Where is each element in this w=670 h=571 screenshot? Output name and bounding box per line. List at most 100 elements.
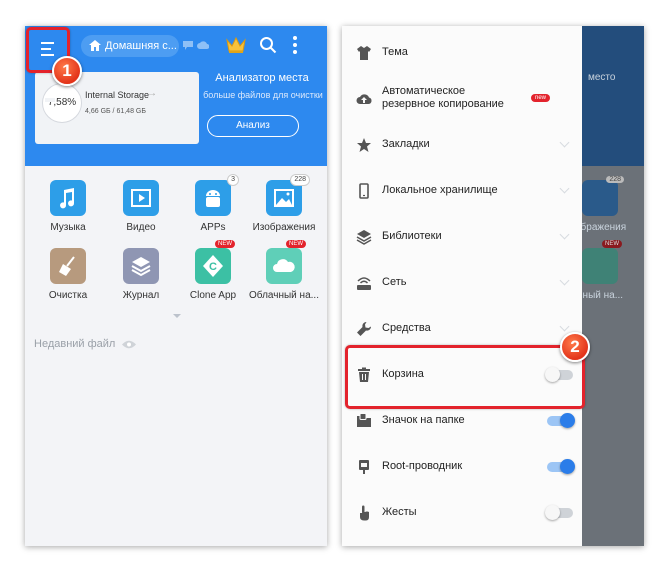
folder-badge-toggle[interactable]	[547, 413, 575, 428]
image-icon: 228	[266, 174, 310, 216]
new-badge: NEW	[215, 240, 235, 248]
toggle-knob	[545, 505, 560, 520]
recent-files-label: Недавний файл	[34, 338, 137, 350]
storage-name: Internal Storage	[85, 90, 150, 100]
analyzer-subtitle: больше файлов для очистки	[203, 90, 323, 100]
layers-icon	[123, 248, 159, 284]
dimmed-new-badge: NEW	[602, 240, 622, 248]
app-music[interactable]: Музыка	[30, 180, 106, 233]
new-badge: new	[531, 94, 551, 102]
svg-text:C: C	[209, 261, 217, 273]
root-icon	[359, 460, 369, 474]
more-options-icon[interactable]	[293, 36, 297, 57]
label-line-2: резервное копирование	[382, 98, 504, 110]
home-icon	[89, 40, 101, 51]
search-icon[interactable]	[259, 36, 277, 54]
new-badge: NEW	[286, 240, 306, 248]
storage-size: 4,66 GБ / 61,48 GБ	[85, 108, 146, 115]
drawer-item-theme[interactable]: Тема	[342, 30, 582, 76]
chevron-down-icon	[559, 183, 570, 194]
gestures-toggle[interactable]	[545, 505, 573, 520]
drawer-item-label: Локальное хранилище	[382, 184, 498, 196]
home-tab-label: Домашняя с...	[105, 40, 177, 52]
chevron-down-icon	[559, 137, 570, 148]
drawer-item-bookmarks[interactable]: Закладки	[342, 122, 582, 168]
app-label: Облачный на...	[249, 290, 319, 301]
clone-icon: C NEW	[195, 240, 235, 284]
crown-icon[interactable]	[226, 36, 246, 54]
header: Домашняя с... 7,58% Internal Storage → 4…	[25, 26, 327, 166]
app-label: Видео	[126, 222, 156, 233]
highlight-recycle-bin	[345, 345, 585, 409]
drawer-item-libraries[interactable]: Библиотеки	[342, 214, 582, 260]
chevron-down-icon	[559, 275, 570, 286]
count-badge: 228	[290, 174, 310, 186]
drawer-item-auto-backup[interactable]: Автоматическое резервное копирование new	[342, 76, 582, 122]
drawer-item-label: Библиотеки	[382, 230, 442, 242]
app-label: Изображения	[252, 222, 316, 233]
drawer-item-label: Сеть	[382, 276, 407, 288]
analyzer-title: Анализатор места	[215, 72, 309, 84]
arrow-right-icon: →	[147, 88, 157, 99]
dimmed-count: 228	[606, 176, 624, 183]
drawer-item-network[interactable]: Сеть	[342, 260, 582, 306]
drawer-item-label: Тема	[382, 46, 408, 58]
eye-icon[interactable]	[122, 340, 137, 349]
count-badge: 3	[227, 174, 239, 186]
storage-card-tab	[45, 98, 55, 102]
app-cloud[interactable]: NEW Облачный на...	[246, 240, 322, 301]
app-clone[interactable]: C NEW Clone App	[175, 240, 251, 301]
dimmed-label: ображения	[575, 222, 627, 233]
android-icon: 3	[195, 174, 239, 216]
star-icon	[357, 138, 371, 152]
dimmed-title: место	[588, 72, 616, 83]
step-1-marker: 1	[52, 56, 82, 86]
drawer-item-gestures[interactable]: Жесты	[342, 490, 582, 536]
video-icon	[123, 180, 159, 216]
analyze-button[interactable]: Анализ	[207, 115, 299, 137]
toggle-knob	[560, 413, 575, 428]
broom-icon	[50, 248, 86, 284]
app-label: Очистка	[48, 290, 88, 301]
label-line-1: Автоматическое	[382, 85, 466, 97]
storage-percent: 7,58%	[43, 84, 81, 122]
app-video[interactable]: Видео	[103, 180, 179, 233]
folder-badge-icon	[357, 413, 371, 427]
cloud-icon: NEW	[266, 240, 306, 284]
drawer-item-label: Автоматическое резервное копирование	[382, 85, 504, 111]
music-icon	[50, 180, 86, 216]
toggle-knob	[560, 459, 575, 474]
wrench-icon	[357, 321, 372, 336]
library-icon	[356, 230, 372, 245]
dimmed-image-icon: 228	[582, 176, 624, 216]
app-label: Музыка	[50, 222, 86, 233]
gesture-icon	[360, 505, 369, 521]
home-tab[interactable]: Домашняя с...	[81, 35, 179, 57]
background-app-dimmed: место 228 ображения NEW ачный на...	[572, 26, 644, 546]
left-screen: Домашняя с... 7,58% Internal Storage → 4…	[25, 26, 327, 546]
app-apps[interactable]: 3 APPs	[175, 174, 251, 233]
cloud-upload-icon	[356, 94, 372, 104]
chat-icon[interactable]	[183, 41, 193, 50]
dimmed-header	[572, 26, 644, 166]
chevron-down-icon	[559, 321, 570, 332]
cloud-small-icon[interactable]	[197, 41, 209, 49]
shirt-icon	[357, 46, 371, 60]
app-images[interactable]: 228 Изображения	[246, 174, 322, 233]
drawer-item-label: Жесты	[382, 506, 417, 518]
expand-chevron-icon[interactable]	[173, 314, 181, 318]
navigation-drawer: Тема Автоматическое резервное копирование…	[342, 26, 582, 546]
phone-icon	[359, 183, 369, 199]
app-label: Clone App	[189, 290, 237, 301]
app-label: Журнал	[122, 290, 160, 301]
app-cleaner[interactable]: Очистка	[30, 248, 106, 301]
drawer-item-local-storage[interactable]: Локальное хранилище	[342, 168, 582, 214]
root-explorer-toggle[interactable]	[547, 459, 575, 474]
drawer-item-label: Значок на папке	[382, 414, 465, 426]
right-screen: место 228 ображения NEW ачный на... Тема…	[342, 26, 644, 546]
app-label: APPs	[200, 222, 226, 233]
drawer-item-label: Закладки	[382, 138, 430, 150]
drawer-item-root-explorer[interactable]: Root-проводник	[342, 444, 582, 490]
app-journal[interactable]: Журнал	[103, 248, 179, 301]
network-icon	[357, 277, 371, 290]
